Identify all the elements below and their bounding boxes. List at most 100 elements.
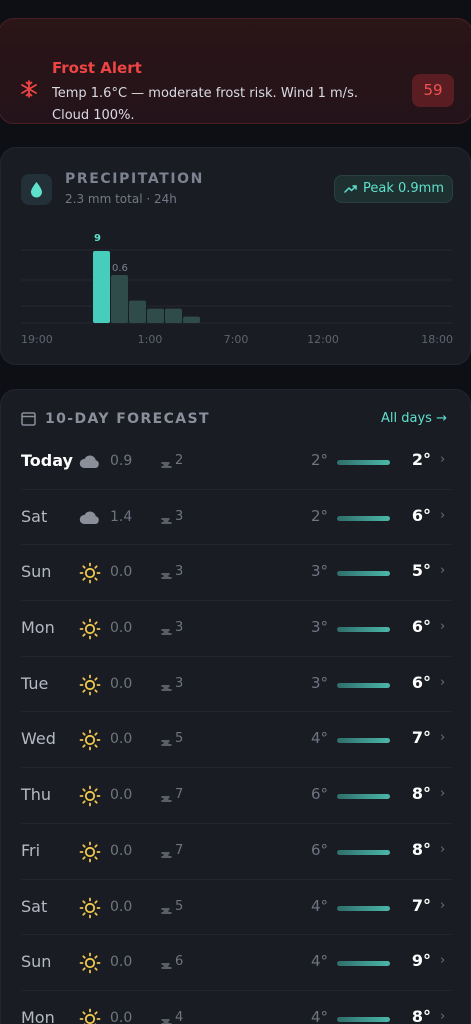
x-tick-label: 7:00 (224, 333, 249, 346)
forecast-high: 2° (411, 450, 431, 469)
weather-screen: Frost Alert Temp 1.6°C — moderate frost … (0, 0, 471, 1024)
forecast-day: Today (21, 451, 73, 470)
forecast-precip: 0.0 (110, 842, 133, 859)
wind-icon (161, 622, 173, 641)
forecast-low: 6° (310, 785, 328, 804)
forecast-day: Sat (21, 896, 48, 916)
forecast-precip: 0.0 (110, 675, 133, 692)
frost-alert-card[interactable]: Frost Alert Temp 1.6°C — moderate frost … (0, 18, 471, 124)
wind-icon (161, 1012, 173, 1024)
precip-bar (111, 275, 128, 323)
forecast-day: Sun (21, 562, 52, 582)
forecast-low: 4° (310, 729, 328, 748)
forecast-day: Thu (21, 785, 52, 805)
forecast-low: 3° (310, 562, 328, 581)
precip-bar (183, 316, 200, 323)
temperature-range-bar (337, 961, 390, 967)
chevron-right-icon: › (440, 674, 446, 690)
wind-icon (161, 455, 173, 474)
x-tick-label: 18:00 (421, 333, 453, 346)
forecast-precip: 1.4 (110, 508, 133, 525)
chevron-right-icon: › (440, 730, 446, 746)
peak-label: Peak 0.9mm (363, 181, 445, 196)
forecast-wind: 5 (175, 898, 184, 914)
forecast-precip: 0.0 (110, 564, 133, 581)
forecast-high: 6° (411, 505, 431, 525)
precipitation-title: PRECIPITATION (65, 171, 204, 187)
forecast-day: Fri (21, 840, 41, 860)
x-tick-label: 19:00 (21, 333, 53, 346)
all-days-link[interactable]: All days → (381, 411, 447, 426)
forecast-row[interactable]: Sat 0.0 5 4° 7° › (21, 880, 452, 936)
temperature-range-bar (337, 627, 390, 633)
forecast-low: 3° (310, 618, 328, 637)
forecast-row[interactable]: Fri 0.0 7 6° 8° › (21, 824, 452, 880)
forecast-precip: 0.9 (110, 453, 133, 469)
sun-icon (78, 785, 102, 807)
wind-icon (161, 956, 173, 975)
forecast-high: 7° (411, 895, 431, 915)
temperature-range-bar (337, 738, 390, 744)
sun-icon (78, 562, 102, 584)
forecast-low: 2° (310, 506, 328, 525)
forecast-precip: 0.0 (110, 1009, 133, 1024)
forecast-high: 6° (411, 617, 431, 637)
precipitation-card: PRECIPITATION 2.3 mm total · 24h Peak 0.… (0, 147, 471, 365)
temperature-range-bar (337, 515, 390, 521)
chevron-right-icon: › (440, 786, 446, 802)
droplet-icon-box (21, 174, 52, 205)
forecast-wind: 7 (175, 842, 184, 858)
forecast-row[interactable]: Mon 0.0 3 3° 6° › (21, 601, 452, 657)
precip-data-label: 0. (94, 228, 105, 231)
forecast-low: 6° (310, 840, 328, 859)
forecast-low: 2° (310, 451, 328, 469)
forecast-wind: 6 (175, 954, 184, 970)
forecast-high: 9° (411, 951, 431, 971)
forecast-high: 6° (411, 672, 431, 692)
forecast-row[interactable]: Mon 0.0 4 4° 8° › (21, 991, 452, 1024)
wind-icon (161, 789, 173, 808)
alert-badge: 59 (412, 74, 454, 107)
x-tick-label: 12:00 (307, 333, 339, 346)
x-tick-label: 1:00 (138, 333, 163, 346)
forecast-row[interactable]: Wed 0.0 5 4° 7° › (21, 712, 452, 769)
chevron-right-icon: › (440, 897, 446, 913)
forecast-title: 10-DAY FORECAST (45, 411, 210, 427)
temperature-range-bar (337, 794, 390, 800)
forecast-day: Wed (21, 729, 56, 749)
temperature-range-bar (337, 1016, 390, 1022)
sun-icon (78, 897, 102, 919)
forecast-row[interactable]: Sat 1.4 3 2° 6° › (21, 490, 452, 546)
precip-bar (165, 308, 182, 323)
wind-icon (161, 733, 173, 752)
forecast-wind: 4 (175, 1009, 184, 1024)
forecast-high: 8° (411, 1006, 431, 1024)
forecast-row[interactable]: Tue 0.0 3 3° 6° › (21, 657, 452, 713)
forecast-row[interactable]: Today 0.9 2 2° 2° › (21, 434, 452, 490)
precipitation-subtitle: 2.3 mm total · 24h (65, 192, 177, 206)
forecast-row[interactable]: Thu 0.0 7 6° 8° › (21, 768, 452, 824)
chevron-right-icon: › (440, 953, 446, 969)
temperature-range-bar (337, 571, 390, 577)
chevron-right-icon: › (440, 563, 446, 579)
forecast-day: Mon (21, 1007, 55, 1024)
wind-icon (161, 845, 173, 864)
trend-up-icon (344, 185, 357, 193)
peak-badge[interactable]: Peak 0.9mm (334, 175, 453, 203)
droplet-icon (31, 182, 42, 198)
forecast-row[interactable]: Sun 0.0 3 3° 5° › (21, 545, 452, 602)
forecast-low: 3° (310, 673, 328, 692)
precipitation-chart: 0. 9 0.6 19:00 1:00 7:00 12:00 18:00 (21, 228, 453, 346)
precip-bar (147, 308, 164, 323)
alert-title: Frost Alert (52, 59, 142, 77)
temperature-range-bar (337, 905, 390, 911)
precip-data-label: 0.6 (112, 263, 128, 274)
alert-message: Temp 1.6°C — moderate frost risk. Wind 1… (52, 86, 358, 123)
precip-bar (129, 300, 146, 323)
forecast-wind: 2 (175, 453, 184, 468)
forecast-row[interactable]: Sun 0.0 6 4° 9° › (21, 935, 452, 991)
forecast-high: 5° (411, 561, 431, 581)
forecast-high: 8° (411, 839, 431, 859)
forecast-wind: 3 (175, 620, 184, 636)
forecast-low: 4° (310, 952, 328, 971)
